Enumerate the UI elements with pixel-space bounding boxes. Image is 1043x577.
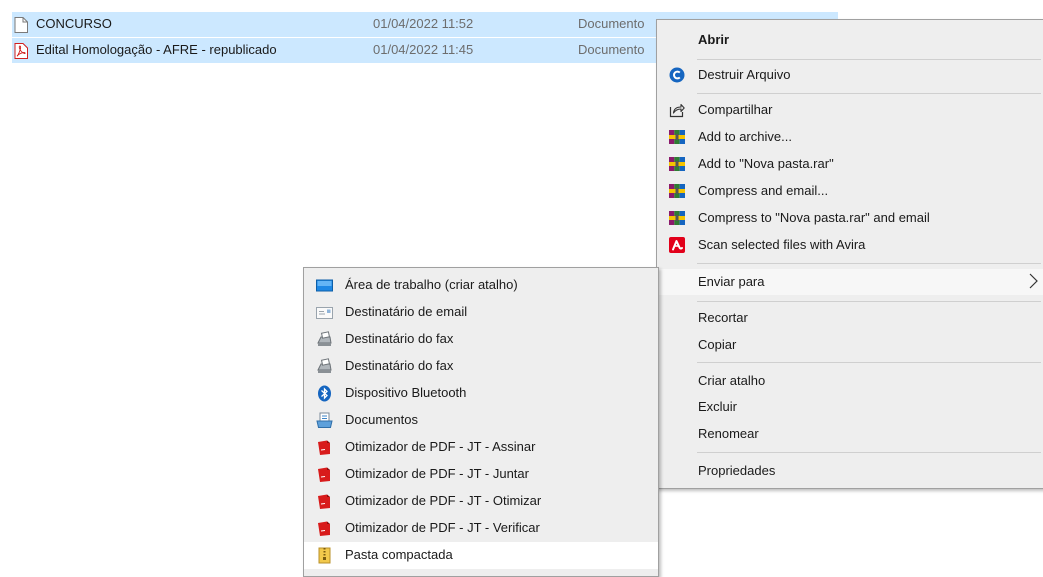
submenu-item-label: Otimizador de PDF - JT - Otimizar xyxy=(345,493,542,508)
bluetooth-icon xyxy=(316,385,333,402)
menu-item-compress-email[interactable]: Compress and email... xyxy=(657,178,1043,204)
submenu-item-label: Otimizador de PDF - JT - Assinar xyxy=(345,439,536,454)
menu-item-copy[interactable]: Copiar xyxy=(657,332,1043,358)
pdf-optimizer-icon xyxy=(316,493,333,510)
menu-item-label: Destruir Arquivo xyxy=(698,67,791,82)
pdf-optimizer-icon xyxy=(316,466,333,483)
menu-separator xyxy=(697,263,1041,264)
submenu-item-pdf-verify[interactable]: Otimizador de PDF - JT - Verificar xyxy=(304,515,658,542)
menu-item-add-to-archive[interactable]: Add to archive... xyxy=(657,124,1043,150)
file-date: 01/04/2022 11:52 xyxy=(373,16,474,31)
menu-item-label: Compress and email... xyxy=(698,183,829,198)
mail-icon xyxy=(316,304,333,321)
submenu-item-documents[interactable]: Documentos xyxy=(304,407,658,434)
menu-item-label: Add to "Nova pasta.rar" xyxy=(698,156,834,171)
winrar-icon xyxy=(669,210,685,226)
submenu-item-label: Otimizador de PDF - JT - Juntar xyxy=(345,466,529,481)
submenu-item-bluetooth[interactable]: Dispositivo Bluetooth xyxy=(304,380,658,407)
menu-item-label: Excluir xyxy=(698,399,738,414)
menu-item-label: Criar atalho xyxy=(698,373,766,388)
pdf-optimizer-icon xyxy=(316,520,333,537)
submenu-item-label: Destinatário de email xyxy=(345,304,468,319)
menu-item-cut[interactable]: Recortar xyxy=(657,305,1043,331)
menu-separator xyxy=(697,362,1041,363)
context-menu: Abrir Destruir Arquivo Compartilhar Add … xyxy=(656,19,1043,489)
menu-separator xyxy=(697,59,1041,60)
share-icon xyxy=(669,102,685,118)
menu-separator xyxy=(697,301,1041,302)
submenu-item-pdf-merge[interactable]: Otimizador de PDF - JT - Juntar xyxy=(304,461,658,488)
menu-item-scan-avira[interactable]: Scan selected files with Avira xyxy=(657,232,1043,258)
submenu-item-label: Área de trabalho (criar atalho) xyxy=(345,277,518,292)
file-date: 01/04/2022 11:45 xyxy=(373,42,474,57)
fax-icon xyxy=(316,331,333,348)
menu-item-properties[interactable]: Propriedades xyxy=(657,458,1043,484)
menu-item-label: Compartilhar xyxy=(698,102,773,117)
menu-item-send-to[interactable]: Enviar para xyxy=(657,269,1043,295)
menu-item-label: Propriedades xyxy=(698,463,776,478)
menu-item-label: Abrir xyxy=(698,32,730,47)
submenu-item-fax[interactable]: Destinatário do fax xyxy=(304,353,658,380)
menu-item-compress-rar-email[interactable]: Compress to "Nova pasta.rar" and email xyxy=(657,205,1043,231)
fax-icon xyxy=(316,358,333,375)
pdf-icon xyxy=(14,43,28,59)
zip-folder-icon xyxy=(316,547,333,564)
submenu-item-zip-folder[interactable]: Pasta compactada xyxy=(304,542,658,569)
menu-item-label: Add to archive... xyxy=(698,129,792,144)
destroy-file-icon xyxy=(669,67,685,83)
documents-icon xyxy=(316,412,333,429)
menu-item-label: Scan selected files with Avira xyxy=(698,237,866,252)
menu-item-add-to-rar[interactable]: Add to "Nova pasta.rar" xyxy=(657,151,1043,177)
file-type: Documento xyxy=(578,16,645,31)
submenu-item-label: Documentos xyxy=(345,412,418,427)
menu-item-share[interactable]: Compartilhar xyxy=(657,97,1043,123)
menu-item-label: Copiar xyxy=(698,337,737,352)
submenu-item-label: Dispositivo Bluetooth xyxy=(345,385,467,400)
menu-item-create-shortcut[interactable]: Criar atalho xyxy=(657,368,1043,394)
winrar-icon xyxy=(669,183,685,199)
pdf-optimizer-icon xyxy=(316,439,333,456)
blank-document-icon xyxy=(14,17,28,33)
submenu-item-fax[interactable]: Destinatário do fax xyxy=(304,326,658,353)
menu-item-rename[interactable]: Renomear xyxy=(657,421,1043,447)
menu-item-open[interactable]: Abrir xyxy=(657,27,1043,53)
submenu-item-pdf-optimize[interactable]: Otimizador de PDF - JT - Otimizar xyxy=(304,488,658,515)
menu-item-label: Renomear xyxy=(698,426,759,441)
file-name: Edital Homologação - AFRE - republicado xyxy=(36,42,277,57)
winrar-icon xyxy=(669,156,685,172)
file-type: Documento xyxy=(578,42,645,57)
desktop-icon xyxy=(316,277,333,294)
menu-item-destroy-file[interactable]: Destruir Arquivo xyxy=(657,62,1043,88)
submenu-item-email[interactable]: Destinatário de email xyxy=(304,299,658,326)
winrar-icon xyxy=(669,129,685,145)
send-to-submenu: Área de trabalho (criar atalho) Destinat… xyxy=(303,267,659,577)
submenu-item-pdf-sign[interactable]: Otimizador de PDF - JT - Assinar xyxy=(304,434,658,461)
chevron-right-icon xyxy=(1026,272,1040,290)
menu-item-label: Compress to "Nova pasta.rar" and email xyxy=(698,210,930,225)
menu-separator xyxy=(697,452,1041,453)
menu-separator xyxy=(697,93,1041,94)
menu-item-delete[interactable]: Excluir xyxy=(657,394,1043,420)
submenu-item-label: Destinatário do fax xyxy=(345,358,454,373)
submenu-item-label: Destinatário do fax xyxy=(345,331,454,346)
menu-item-label: Enviar para xyxy=(698,274,765,289)
file-name: CONCURSO xyxy=(36,16,112,31)
menu-item-label: Recortar xyxy=(698,310,748,325)
submenu-item-desktop[interactable]: Área de trabalho (criar atalho) xyxy=(304,272,658,299)
submenu-item-label: Pasta compactada xyxy=(345,547,453,562)
avira-icon xyxy=(669,237,685,253)
submenu-item-label: Otimizador de PDF - JT - Verificar xyxy=(345,520,540,535)
